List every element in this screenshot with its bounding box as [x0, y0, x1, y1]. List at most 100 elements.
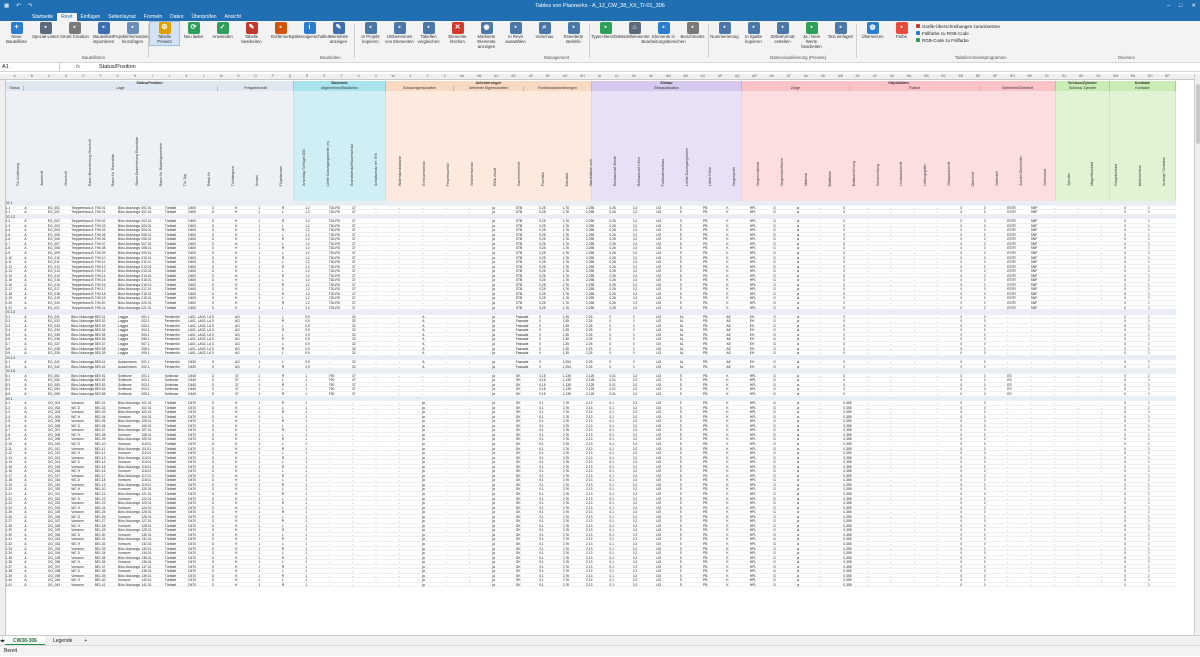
column-letter[interactable]: AN	[677, 74, 694, 78]
column-letter[interactable]: BB	[918, 74, 935, 78]
edit-button[interactable]: ✎ Tabelle bearbeiten	[237, 22, 266, 45]
column-letter[interactable]: AZ	[884, 74, 901, 78]
format-button[interactable]: ▪ Zellenformat erstellen	[768, 22, 797, 45]
column-letter[interactable]: AO	[694, 74, 711, 78]
column-letter[interactable]: AF	[539, 74, 556, 78]
column-letter[interactable]: I	[144, 74, 161, 78]
diverses-option[interactable]: Grafik-Überschreibungen zurücksetzen	[916, 23, 1000, 29]
pencil-button[interactable]: ✎ Werteliste anzeigen	[324, 22, 353, 45]
column-letter[interactable]: AL	[643, 74, 660, 78]
column-letter[interactable]: AG	[557, 74, 574, 78]
column-letter[interactable]: E	[75, 74, 92, 78]
sheet-tab[interactable]: CW38-306	[5, 635, 45, 646]
list-button[interactable]: ▪ Spezial-Listen	[31, 22, 60, 40]
column-letter[interactable]: BO	[1142, 74, 1159, 78]
column-letter[interactable]: AY	[866, 74, 883, 78]
column-letter[interactable]: V	[367, 74, 384, 78]
palette-button[interactable]: ▪ Farbe	[887, 22, 916, 40]
column-letter[interactable]: AU	[797, 74, 814, 78]
column-letter[interactable]: L	[195, 74, 212, 78]
column-letter[interactable]: G	[109, 74, 126, 78]
column-letter[interactable]: AJ	[608, 74, 625, 78]
close-button[interactable]: ✕ Elemente löschen	[443, 22, 472, 45]
rename-button[interactable]: ▪ Umbenennen von Elementen	[385, 22, 414, 45]
column-letter[interactable]: H	[126, 74, 143, 78]
tab-seitenlayout[interactable]: Seitenlayout	[104, 13, 140, 21]
compare-button[interactable]: ▪ Tabellen vergleichen	[414, 22, 443, 45]
area-button[interactable]: ▪ Elemente in Bearbeitungsbereichen	[641, 22, 686, 45]
maximize-icon[interactable]: □	[1179, 3, 1182, 9]
tab-ansicht[interactable]: Ansicht	[221, 13, 245, 21]
column-letter[interactable]: AP	[711, 74, 728, 78]
column-letter[interactable]: BG	[1004, 74, 1021, 78]
gear-button[interactable]: ⚙ Tabelle Presets	[149, 21, 180, 46]
tab-überprüfen[interactable]: Überprüfen	[188, 13, 221, 21]
column-letter[interactable]: AH	[574, 74, 591, 78]
column-letter[interactable]: BJ	[1056, 74, 1073, 78]
tab-daten[interactable]: Daten	[166, 13, 187, 21]
copy-button[interactable]: ▪ In Projekt kopieren	[356, 22, 385, 45]
column-letter[interactable]: AX	[849, 74, 866, 78]
formula-input[interactable]: Status/Position	[96, 64, 136, 70]
tab-formeln[interactable]: Formeln	[140, 13, 166, 21]
column-letter[interactable]: X	[402, 74, 419, 78]
column-letter[interactable]: AI	[591, 74, 608, 78]
column-letter[interactable]: U	[350, 74, 367, 78]
column-letter[interactable]: R	[299, 74, 316, 78]
redo-icon[interactable]: ↷	[28, 3, 33, 9]
column-letter[interactable]: A	[6, 74, 23, 78]
column-letter[interactable]: T	[333, 74, 350, 78]
column-letter[interactable]: BH	[1021, 74, 1038, 78]
report-button[interactable]: ▪ Typen-Berichte	[591, 22, 620, 40]
column-letter[interactable]: J	[161, 74, 178, 78]
add-sheet-icon[interactable]: +	[80, 638, 91, 644]
column-letter[interactable]: AA	[453, 74, 470, 78]
chart-button[interactable]: ▪ Benchmarks	[678, 22, 707, 40]
column-letter[interactable]: M	[212, 74, 229, 78]
column-letter[interactable]: BF	[987, 74, 1004, 78]
column-letter[interactable]: Y	[419, 74, 436, 78]
plus-button[interactable]: + Neue Bauteilliste	[2, 22, 31, 45]
column-letter[interactable]: BA	[901, 74, 918, 78]
column-copy-button[interactable]: ▪ In Spalte kopieren	[739, 22, 768, 45]
spreadsheet-grid[interactable]: A B C D E F G H I J K L M N O P Q R S T U V W X Y Z AA AB AC AD AE AF AG…	[0, 74, 1200, 635]
column-letter[interactable]: Z	[436, 74, 453, 78]
column-letter[interactable]: C	[40, 74, 57, 78]
column-letter[interactable]: BL	[1090, 74, 1107, 78]
numbering-button[interactable]: ▪ Nummerierung	[710, 22, 739, 40]
column-letter[interactable]: AR	[746, 74, 763, 78]
eye-button[interactable]: ◉ Markierte Elemente anzeigen	[472, 22, 501, 49]
column-letter[interactable]: AE	[522, 74, 539, 78]
column-letter[interactable]: S	[316, 74, 333, 78]
column-letter[interactable]: AC	[488, 74, 505, 78]
column-letter[interactable]: D	[58, 74, 75, 78]
command-button[interactable]: ▪ Erweiterte Befehle	[559, 22, 588, 45]
column-letter[interactable]: F	[92, 74, 109, 78]
minimize-icon[interactable]: –	[1167, 3, 1170, 9]
close-icon[interactable]: ✕	[1191, 3, 1196, 9]
diverses-option[interactable]: RGB-Code zu Füllfarbe	[916, 37, 1000, 43]
table-row[interactable]: 02.1.41 A OG_041 Vorraum BE1.41 Büro-Nutzungs…	[0, 583, 1176, 588]
info-button[interactable]: i Spalteneigenschaften	[289, 22, 330, 40]
column-letter[interactable]: BD	[952, 74, 969, 78]
scroll-thumb[interactable]	[1196, 84, 1200, 144]
undo-icon[interactable]: ↶	[16, 3, 21, 9]
column-letter[interactable]: AM	[660, 74, 677, 78]
vertical-scrollbar[interactable]	[1194, 74, 1200, 635]
globe-button[interactable]: ◍ Übersetzen	[858, 22, 887, 40]
column-letter[interactable]: AW	[832, 74, 849, 78]
yes-no-button[interactable]: ▪ Ja / Nein Werte bearbeiten	[797, 22, 826, 49]
check-button[interactable]: ✓ Anwenden	[208, 22, 237, 40]
column-letter[interactable]: W	[385, 74, 402, 78]
column-letter[interactable]: BP	[1159, 74, 1176, 78]
column-letter[interactable]: BC	[935, 74, 952, 78]
column-letter[interactable]: AS	[763, 74, 780, 78]
column-letter[interactable]: Q	[281, 74, 298, 78]
column-letter[interactable]: AQ	[729, 74, 746, 78]
column-letter[interactable]: AK	[625, 74, 642, 78]
tab-einfügen[interactable]: Einfügen	[77, 13, 105, 21]
sheet-tab[interactable]: Legende	[45, 636, 80, 646]
tag-button[interactable]: ▪ Projektinformationen hinzufügen	[113, 22, 152, 45]
name-box[interactable]: A1	[0, 63, 60, 71]
tab-revit[interactable]: Revit	[57, 13, 77, 21]
